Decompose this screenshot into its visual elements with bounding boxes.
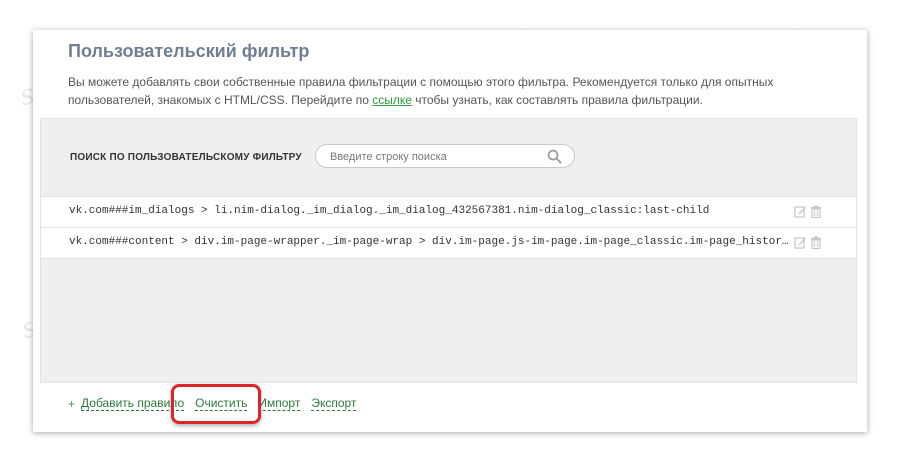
filter-rules-area: ПОИСК ПО ПОЛЬЗОВАТЕЛЬСКОМУ ФИЛЬТРУ vk.co… (40, 118, 857, 383)
description-text-end: чтобы узнать, как составлять правила фил… (411, 93, 703, 107)
export-button[interactable]: Экспорт (311, 397, 357, 411)
add-rule-button[interactable]: Добавить правило (81, 397, 185, 411)
delete-icon[interactable] (810, 236, 822, 249)
rule-actions (794, 205, 822, 218)
rules-help-link[interactable]: ссылке (372, 93, 412, 107)
rule-text[interactable]: vk.com###im_dialogs > li.nim-dialog._im_… (69, 205, 789, 217)
clear-button[interactable]: Очистить (195, 397, 248, 411)
panel-title: Пользовательский фильтр (68, 41, 310, 61)
edit-icon[interactable] (794, 236, 807, 249)
search-input[interactable] (328, 148, 542, 166)
plus-icon: + (68, 397, 76, 411)
rule-actions (794, 236, 822, 249)
rule-row[interactable]: vk.com###im_dialogs > li.nim-dialog._im_… (41, 196, 856, 228)
rule-text[interactable]: vk.com###content > div.im-page-wrapper._… (69, 236, 789, 248)
panel-description: Вы можете добавлять свои собственные пра… (68, 73, 848, 109)
delete-icon[interactable] (810, 205, 822, 218)
rules-list: vk.com###im_dialogs > li.nim-dialog._im_… (41, 196, 856, 259)
edit-icon[interactable] (794, 205, 807, 218)
custom-filter-panel: Пользовательский фильтр Вы можете добавл… (33, 30, 867, 432)
search-icon[interactable] (547, 149, 562, 164)
filter-actions: + Добавить правило Очистить Импорт Экспо… (68, 397, 367, 411)
import-button[interactable]: Импорт (258, 397, 301, 411)
search-label: ПОИСК ПО ПОЛЬЗОВАТЕЛЬСКОМУ ФИЛЬТРУ (70, 152, 302, 163)
search-field[interactable] (315, 144, 575, 168)
rule-row[interactable]: vk.com###content > div.im-page-wrapper._… (41, 228, 856, 259)
